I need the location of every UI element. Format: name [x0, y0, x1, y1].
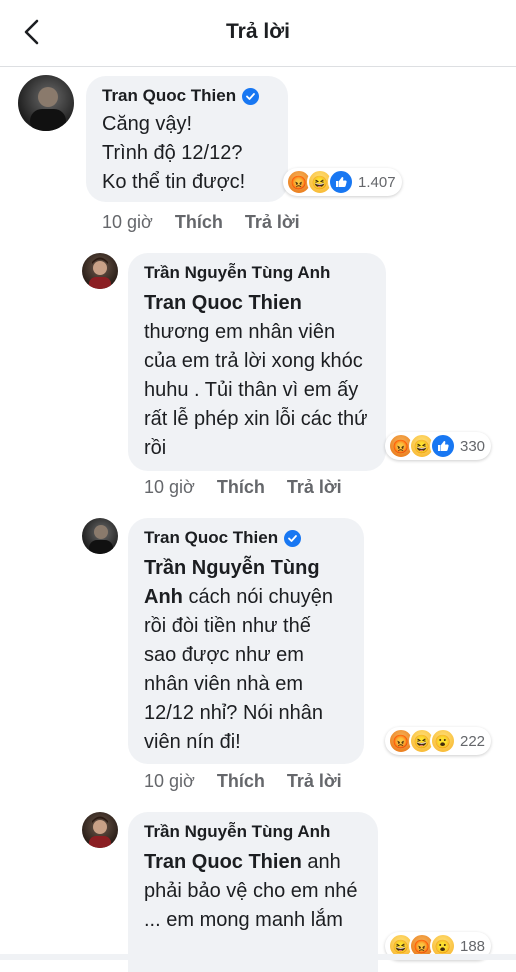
author-name[interactable]: Trần Nguyễn Tùng Anh [144, 822, 330, 842]
comment-text: cách nói chuyện rồi đòi tiền như thế sao… [144, 586, 333, 753]
timestamp[interactable]: 10 giờ [144, 771, 195, 792]
verified-badge-icon [284, 529, 302, 547]
comment-bubble: Trần Nguyễn Tùng Anh Tran Quoc Thien anh… [128, 812, 378, 972]
like-button[interactable]: Thích [175, 212, 223, 233]
comment-bubble: Tran Quoc Thien Trần Nguyễn Tùng Anh các… [128, 518, 364, 764]
like-reaction-icon [430, 433, 456, 459]
reaction-count: 330 [460, 437, 486, 455]
author-name[interactable]: Tran Quoc Thien [144, 528, 278, 548]
avatar[interactable] [82, 812, 118, 848]
comment-actions: 10 giờ Thích Trả lời [144, 477, 342, 498]
reaction-summary[interactable]: 😡 😆 1.407 [283, 168, 402, 196]
avatar[interactable] [18, 75, 74, 131]
comment-bubble: Trần Nguyễn Tùng Anh Tran Quoc Thien thư… [128, 253, 386, 471]
reply-button[interactable]: Trả lời [287, 771, 342, 792]
comment-text: Căng vậy! Trình độ 12/12? Ko thể tin đượ… [102, 113, 246, 193]
reaction-count: 222 [460, 732, 486, 750]
verified-badge-icon [242, 87, 260, 105]
comment-text: thương em nhân viên của em trả lời xong … [144, 321, 368, 459]
reaction-count: 188 [460, 937, 486, 955]
author-name[interactable]: Trần Nguyễn Tùng Anh [144, 263, 330, 283]
comment-actions: 10 giờ Thích Trả lời [144, 771, 342, 792]
like-button[interactable]: Thích [217, 477, 265, 498]
timestamp[interactable]: 10 giờ [102, 212, 153, 233]
mention-link[interactable]: Tran Quoc Thien [144, 851, 302, 873]
avatar[interactable] [82, 253, 118, 289]
reaction-count: 1.407 [358, 173, 396, 191]
comment-actions: 10 giờ Thích Trả lời [102, 212, 300, 233]
timestamp[interactable]: 10 giờ [144, 477, 195, 498]
reply-button[interactable]: Trả lời [287, 477, 342, 498]
top-bar: Trả lời [0, 0, 516, 67]
like-reaction-icon [328, 169, 354, 195]
page-title: Trả lời [226, 20, 290, 43]
avatar[interactable] [82, 518, 118, 554]
reaction-summary[interactable]: 😡 😆 😮 222 [385, 727, 492, 755]
comment-bubble: Tran Quoc Thien Căng vậy! Trình độ 12/12… [86, 76, 288, 202]
like-button[interactable]: Thích [217, 771, 265, 792]
reply-button[interactable]: Trả lời [245, 212, 300, 233]
mention-link[interactable]: Tran Quoc Thien [144, 292, 302, 314]
reaction-summary[interactable]: 😡 😆 330 [385, 432, 492, 460]
bottom-edge [0, 954, 516, 960]
wow-reaction-icon: 😮 [430, 728, 456, 754]
author-name[interactable]: Tran Quoc Thien [102, 86, 236, 106]
